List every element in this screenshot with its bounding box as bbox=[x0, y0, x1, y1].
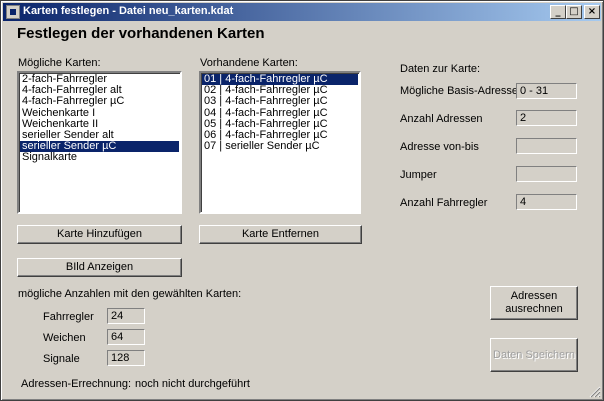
counts-heading: mögliche Anzahlen mit den gewählten Kart… bbox=[18, 288, 242, 300]
title-bar[interactable]: Karten festlegen - Datei neu_karten.kdat… bbox=[3, 3, 601, 21]
available-card-list-item[interactable]: 4-fach-Fahrregler µC bbox=[20, 96, 179, 107]
controller-count-field: 4 bbox=[516, 194, 577, 210]
switches-count-label: Weichen bbox=[43, 332, 86, 344]
switches-count-field: 64 bbox=[107, 329, 145, 345]
available-card-list-item[interactable]: Signalkarte bbox=[20, 152, 179, 163]
compute-addresses-button[interactable]: Adressen ausrechnen bbox=[490, 286, 578, 320]
address-range-label: Adresse von-bis bbox=[400, 141, 479, 153]
save-data-button[interactable]: Daten Speichern bbox=[490, 338, 578, 372]
existing-card-list-item[interactable]: 07 | serieller Sender µC bbox=[202, 140, 358, 152]
page-heading: Festlegen der vorhandenen Karten bbox=[17, 25, 265, 42]
add-card-button[interactable]: Karte Hinzufügen bbox=[17, 225, 182, 244]
jumper-field bbox=[516, 166, 577, 182]
window-title: Karten festlegen - Datei neu_karten.kdat bbox=[23, 5, 234, 17]
card-info-heading: Daten zur Karte: bbox=[400, 63, 481, 75]
address-range-field bbox=[516, 138, 577, 154]
existing-cards-list[interactable]: 01 | 4-fach-Fahrregler µC 02 | 4-fach-Fah… bbox=[199, 71, 361, 214]
maximize-button[interactable]: □ bbox=[566, 5, 582, 19]
available-cards-label: Mögliche Karten: bbox=[18, 57, 101, 69]
address-count-label: Anzahl Adressen bbox=[400, 113, 483, 125]
show-image-button[interactable]: BIld Anzeigen bbox=[17, 258, 182, 277]
resize-grip-icon[interactable] bbox=[589, 386, 601, 398]
controller-count-label: Anzahl Fahrregler bbox=[400, 197, 488, 209]
minimize-button[interactable]: _ bbox=[550, 5, 566, 19]
app-icon bbox=[6, 5, 20, 19]
main-window: Karten festlegen - Datei neu_karten.kdat… bbox=[0, 0, 604, 401]
base-addresses-label: Mögliche Basis-Adressen bbox=[400, 85, 525, 97]
jumper-label: Jumper bbox=[400, 169, 437, 181]
signals-count-field: 128 bbox=[107, 350, 145, 366]
signals-count-label: Signale bbox=[43, 353, 80, 365]
status-label: Adressen-Errechnung: bbox=[21, 378, 132, 390]
controllers-count-label: Fahrregler bbox=[43, 311, 94, 323]
existing-cards-label: Vorhandene Karten: bbox=[200, 57, 298, 69]
base-addresses-field: 0 - 31 bbox=[516, 83, 577, 99]
existing-card-list-item[interactable]: 03 | 4-fach-Fahrregler µC bbox=[202, 96, 358, 107]
remove-card-button[interactable]: Karte Entfernen bbox=[199, 225, 362, 244]
controllers-count-field: 24 bbox=[107, 308, 145, 324]
available-cards-list[interactable]: 2-fach-Fahrregler 4-fach-Fahrregler alt 4-… bbox=[17, 71, 182, 214]
status-value: noch nicht durchgeführt bbox=[135, 378, 250, 390]
close-button[interactable]: × bbox=[584, 5, 600, 19]
address-count-field: 2 bbox=[516, 110, 577, 126]
